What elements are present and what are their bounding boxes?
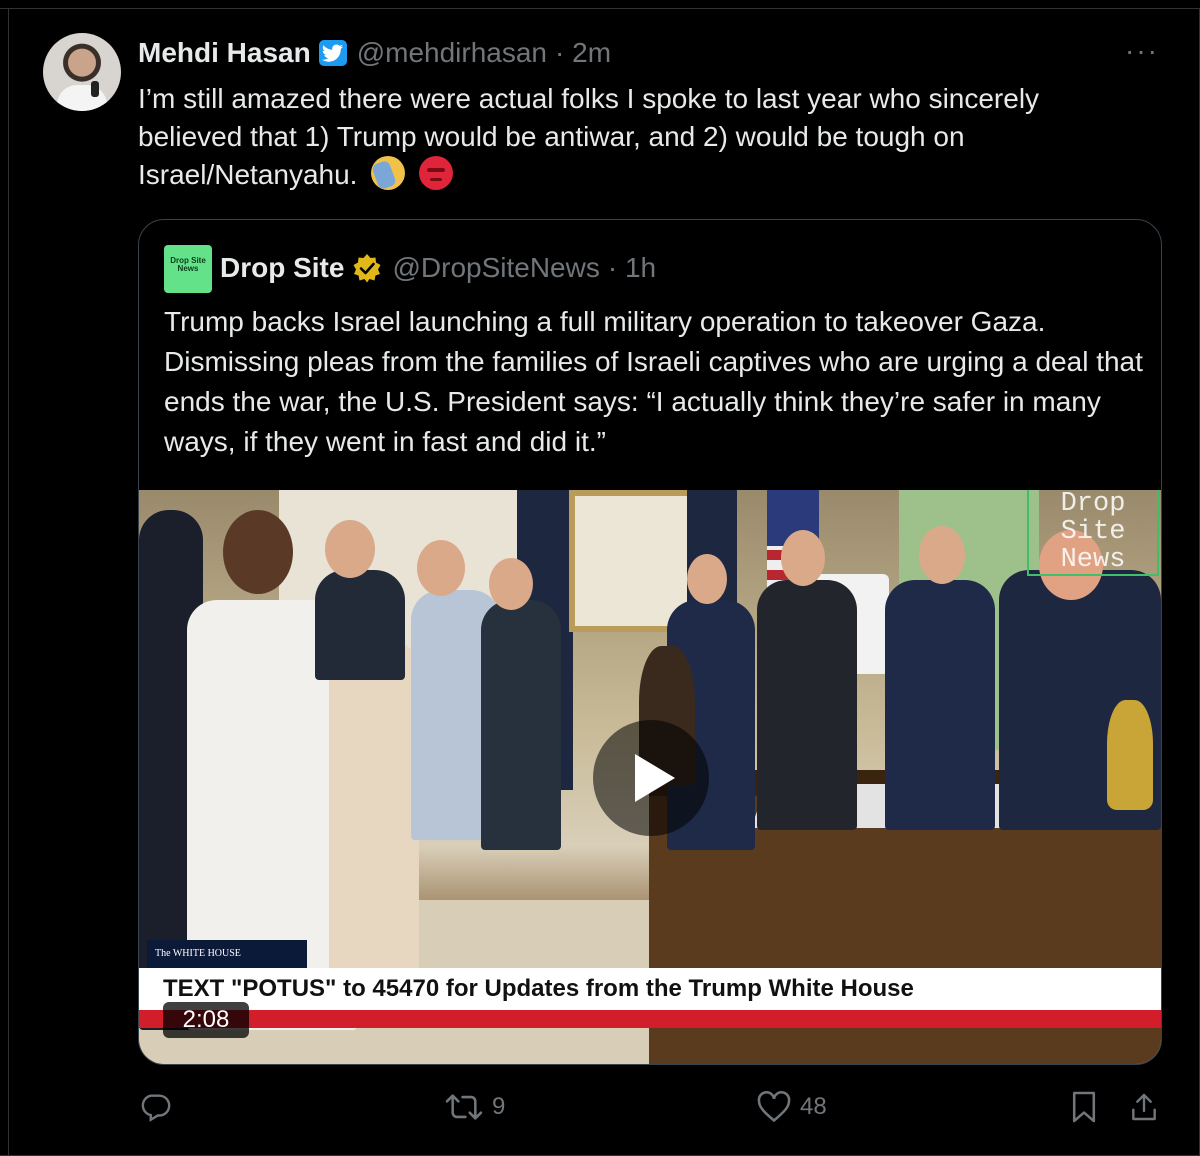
angry-emoji [419,156,454,190]
quoted-author-name[interactable]: Drop Site [220,252,344,284]
watermark-line: Drop [1060,490,1126,519]
quoted-tweet-header: Drop Site @DropSiteNews · 1h [220,252,656,284]
quoted-tweet[interactable]: Drop Site News Drop Site @DropSiteNews ·… [138,219,1162,1065]
reply-icon [141,1094,171,1122]
like-count: 48 [800,1093,827,1120]
author-handle[interactable]: @mehdirhasan [357,37,547,69]
retweet-icon [445,1094,483,1120]
quoted-author-avatar[interactable]: Drop Site News [164,245,212,293]
white-house-logo: The WHITE HOUSE [147,940,307,968]
banner-red-bar [139,1010,1161,1028]
facepalm-emoji [371,156,406,190]
play-icon [635,754,675,802]
watermark-line: News [1060,545,1126,575]
bookmark-button[interactable] [1070,1090,1098,1124]
share-button[interactable] [1128,1090,1160,1124]
person [885,580,995,830]
person [481,600,561,850]
bookmark-icon [1072,1091,1096,1123]
reply-button[interactable] [138,1090,180,1124]
gold-verified-icon [353,254,381,283]
more-icon[interactable]: ··· [1125,37,1159,65]
person [757,580,857,830]
video-watermark: Drop Site News [1027,490,1159,576]
video-player[interactable]: Drop Site News The WHITE HOUSE TEXT "POT… [139,490,1161,1064]
retweet-button[interactable]: 9 [444,1090,505,1124]
author-avatar[interactable] [43,33,121,111]
world-cup-trophy [1107,700,1153,810]
person [329,640,419,1000]
frame-border [0,8,1200,9]
like-icon [757,1091,791,1123]
quoted-avatar-text: Drop Site News [170,256,206,273]
author-name[interactable]: Mehdi Hasan [138,37,311,69]
like-button[interactable]: 48 [756,1090,827,1124]
video-duration: 2:08 [163,1002,249,1038]
tweet-actions: 9 48 [138,1090,1168,1130]
retweet-count: 9 [492,1093,506,1120]
quoted-tweet-time[interactable]: · 1h [608,252,656,284]
banner-text: TEXT "POTUS" to 45470 for Updates from t… [163,975,914,1002]
quoted-author-handle[interactable]: @DropSiteNews [392,252,599,284]
tweet-text: I’m still amazed there were actual folks… [138,83,1040,190]
quoted-tweet-text: Trump backs Israel launching a full mili… [164,306,1143,457]
video-banner: TEXT "POTUS" to 45470 for Updates from t… [139,968,1161,1010]
tweet-text-block: I’m still amazed there were actual folks… [138,80,1148,194]
tweet-time[interactable]: · 2m [555,37,611,69]
share-icon [1132,1093,1156,1121]
person [315,570,405,680]
verified-icon [318,40,347,66]
play-button[interactable] [593,720,709,836]
frame-border [8,8,9,1156]
tweet-header: Mehdi Hasan @mehdirhasan · 2m [138,36,611,70]
watermark-line: Site [1060,517,1126,547]
